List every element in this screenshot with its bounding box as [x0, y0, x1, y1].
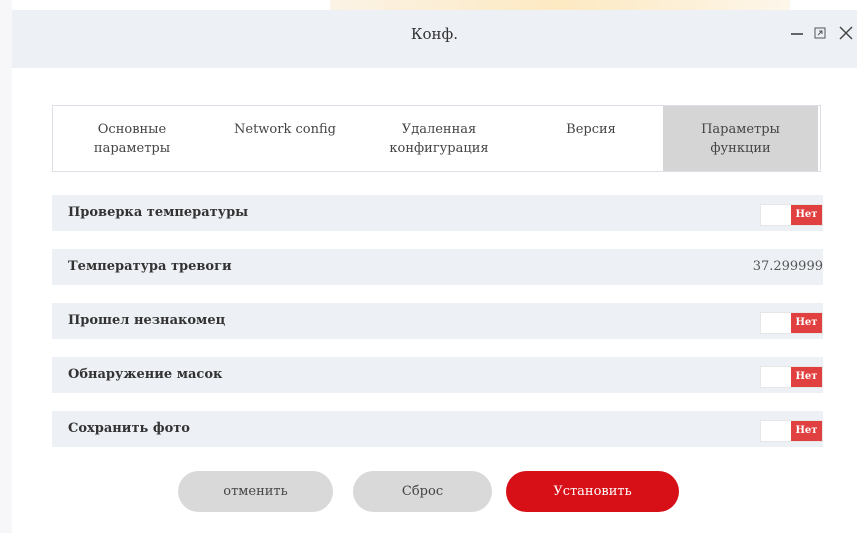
temperature-check-toggle[interactable]: Нет: [760, 204, 823, 226]
setting-label: Обнаружение масок: [68, 367, 223, 382]
background-edge: [0, 0, 12, 533]
toggle-knob: [761, 367, 792, 387]
toggle-knob: [761, 205, 792, 225]
tab-label: Удаленная конфигурация: [389, 122, 489, 156]
toggle-state-label: Нет: [791, 205, 822, 225]
maximize-icon[interactable]: [809, 22, 831, 44]
window-title: Конф.: [410, 25, 459, 43]
toggle-state-label: Нет: [791, 421, 822, 441]
tab-network-config[interactable]: Network config: [211, 106, 359, 171]
tab-version[interactable]: Версия: [519, 106, 663, 171]
setting-row-alarm-temperature: Температура тревоги 37.299999: [52, 249, 823, 285]
setting-row-stranger-passed: Прошел незнакомец Нет: [52, 303, 823, 339]
reset-button[interactable]: Сброс: [353, 471, 492, 512]
setting-label: Прошел незнакомец: [68, 313, 226, 328]
save-photo-toggle[interactable]: Нет: [760, 420, 823, 442]
tab-label: Версия: [566, 122, 616, 137]
tab-basic-parameters[interactable]: Основные параметры: [53, 106, 211, 171]
title-bar: Конф.: [12, 10, 857, 68]
toggle-knob: [761, 313, 792, 333]
tab-label: Основные параметры: [93, 122, 171, 156]
tab-remote-config[interactable]: Удаленная конфигурация: [359, 106, 519, 171]
stranger-passed-toggle[interactable]: Нет: [760, 312, 823, 334]
mask-detection-toggle[interactable]: Нет: [760, 366, 823, 388]
tab-label: Параметры функции: [701, 122, 780, 156]
apply-button[interactable]: Установить: [506, 471, 679, 512]
tab-label: Network config: [234, 122, 336, 137]
toggle-state-label: Нет: [791, 313, 822, 333]
alarm-temperature-value[interactable]: 37.299999: [753, 249, 823, 285]
toggle-knob: [761, 421, 792, 441]
cancel-button[interactable]: отменить: [178, 471, 333, 512]
background-accent: [330, 0, 790, 10]
setting-label: Температура тревоги: [68, 259, 232, 274]
setting-label: Сохранить фото: [68, 421, 190, 436]
close-icon[interactable]: [835, 22, 857, 44]
setting-label: Проверка температуры: [68, 205, 249, 220]
toggle-state-label: Нет: [791, 367, 822, 387]
setting-row-mask-detection: Обнаружение масок Нет: [52, 357, 823, 393]
tab-function-parameters[interactable]: Параметры функции: [663, 106, 818, 171]
tab-bar: Основные параметры Network config Удален…: [52, 105, 821, 172]
minimize-icon[interactable]: [786, 22, 808, 44]
setting-row-temperature-check: Проверка температуры Нет: [52, 195, 823, 231]
setting-row-save-photo: Сохранить фото Нет: [52, 411, 823, 447]
